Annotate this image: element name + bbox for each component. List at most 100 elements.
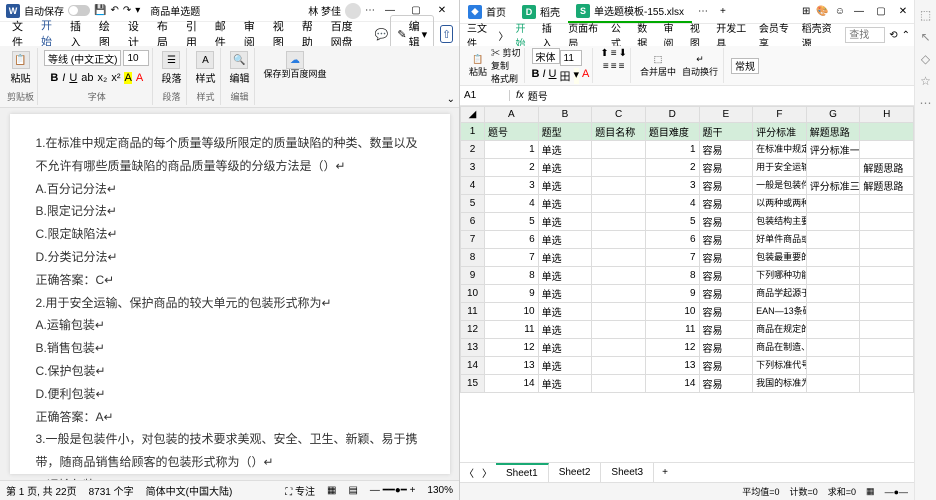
strike-button[interactable]: ab — [81, 72, 93, 84]
font-color-button[interactable]: A — [136, 72, 143, 84]
cell[interactable]: 容易 — [699, 375, 753, 393]
name-box[interactable]: A1 — [460, 90, 510, 101]
col-header[interactable]: F — [753, 107, 807, 123]
cell[interactable]: 容易 — [699, 141, 753, 159]
side-select-icon[interactable]: ⬚ — [920, 8, 931, 22]
cell[interactable] — [806, 357, 860, 375]
xpaste-button[interactable]: 📋粘贴 — [467, 53, 489, 79]
cell[interactable] — [592, 285, 646, 303]
cell[interactable]: 单选 — [538, 375, 592, 393]
sheet-tab-3[interactable]: Sheet3 — [601, 463, 654, 482]
cell[interactable]: 容易 — [699, 339, 753, 357]
row-header[interactable]: 6 — [461, 213, 485, 231]
cell[interactable]: 4 — [485, 195, 539, 213]
cell[interactable] — [592, 339, 646, 357]
cell[interactable]: 10 — [645, 303, 699, 321]
col-header[interactable]: G — [806, 107, 860, 123]
excel-close-icon[interactable]: ✕ — [892, 3, 914, 21]
cell[interactable]: 单选 — [538, 213, 592, 231]
side-fav-icon[interactable]: ☆ — [920, 74, 931, 88]
cell[interactable]: 评分标准一 — [806, 141, 860, 159]
cell[interactable]: 7 — [485, 249, 539, 267]
row-header[interactable]: 13 — [461, 339, 485, 357]
cell[interactable]: 8 — [645, 267, 699, 285]
paragraph-button[interactable]: ☰段落 — [159, 50, 183, 86]
cell[interactable]: 11 — [485, 321, 539, 339]
font-size-select[interactable]: 10 — [123, 50, 149, 66]
cell[interactable]: 用于安全运输、保护商品的较大单元的包装形式称为 — [753, 159, 807, 177]
status-page[interactable]: 第 1 页, 共 22页 — [6, 483, 77, 498]
cell[interactable]: 11 — [645, 321, 699, 339]
close-icon[interactable]: ✕ — [431, 2, 453, 20]
cell[interactable]: 14 — [645, 375, 699, 393]
row-header[interactable]: 8 — [461, 249, 485, 267]
bold-button[interactable]: B — [50, 72, 58, 84]
editing-button[interactable]: 🔍编辑 — [227, 50, 251, 86]
view-print-icon[interactable]: ▦ — [327, 485, 336, 496]
cell[interactable]: 单选 — [538, 303, 592, 321]
cell[interactable]: 2 — [645, 159, 699, 177]
cell[interactable] — [860, 231, 914, 249]
cell[interactable] — [860, 321, 914, 339]
cell[interactable] — [806, 303, 860, 321]
cell[interactable] — [592, 375, 646, 393]
align-right-icon[interactable]: ≡ — [619, 61, 625, 72]
cell[interactable]: 商品在规定的条件下和规定时限的时间内，完成规定功能的能力为商品的（） — [753, 321, 807, 339]
skin-icon[interactable]: 🎨 — [813, 6, 831, 17]
cell[interactable] — [806, 213, 860, 231]
cell[interactable]: 题目名称 — [592, 123, 646, 141]
comment-icon[interactable]: 💬 — [375, 28, 389, 41]
cell[interactable]: 10 — [485, 303, 539, 321]
cell[interactable] — [806, 195, 860, 213]
cell[interactable]: 9 — [645, 285, 699, 303]
cell[interactable]: 2 — [485, 159, 539, 177]
cell[interactable]: 6 — [485, 231, 539, 249]
format-brush-button[interactable]: 格式刷 — [491, 72, 521, 85]
cell[interactable] — [592, 249, 646, 267]
cell[interactable] — [592, 231, 646, 249]
cell[interactable]: 5 — [485, 213, 539, 231]
focus-button[interactable]: ⛶ 专注 — [285, 483, 315, 498]
cell[interactable]: 4 — [645, 195, 699, 213]
cell[interactable]: 题型 — [538, 123, 592, 141]
underline-button[interactable]: U — [69, 72, 77, 84]
cell[interactable]: 单选 — [538, 177, 592, 195]
cell[interactable]: 容易 — [699, 285, 753, 303]
cell[interactable] — [860, 375, 914, 393]
cell[interactable]: 单选 — [538, 321, 592, 339]
cell[interactable]: 以两种或两种以上材料粘合制成的包装形式称为（） — [753, 195, 807, 213]
cell[interactable]: 12 — [485, 339, 539, 357]
cell[interactable]: 容易 — [699, 177, 753, 195]
align-bot-icon[interactable]: ⬇ — [619, 48, 627, 59]
cell[interactable] — [860, 285, 914, 303]
cell[interactable] — [592, 159, 646, 177]
cell[interactable]: 下列哪种功能使得商品与标准签约环节具有广泛的适应性（） — [753, 267, 807, 285]
merge-button[interactable]: ⬚合并居中 — [638, 53, 678, 79]
cell[interactable]: 13 — [485, 357, 539, 375]
cell[interactable]: 单选 — [538, 195, 592, 213]
cell[interactable] — [860, 303, 914, 321]
xfont-size[interactable]: 11 — [560, 50, 582, 66]
row-header[interactable]: 11 — [461, 303, 485, 321]
cell[interactable] — [860, 357, 914, 375]
add-sheet-icon[interactable]: + — [654, 467, 676, 478]
cell[interactable] — [806, 339, 860, 357]
wps-logo-icon[interactable]: ⊞ — [799, 6, 813, 17]
cell[interactable]: 商品在制造、储存和使用中，保证人身与环境无遭受伤害的程度为商品的（） — [753, 339, 807, 357]
cell[interactable] — [806, 375, 860, 393]
cell[interactable]: 单选 — [538, 285, 592, 303]
cell[interactable] — [860, 339, 914, 357]
cell[interactable]: 一般是包装件小，对包装的技术要求美观、安全、卫生、新颖、易于携带，随商品销售给顾… — [753, 177, 807, 195]
cut-button[interactable]: ✂ 剪切 — [491, 46, 521, 59]
cell[interactable] — [860, 123, 914, 141]
zoom-slider[interactable]: — ━━●━ + — [370, 485, 416, 496]
col-header[interactable]: C — [592, 107, 646, 123]
row-header[interactable]: 2 — [461, 141, 485, 159]
align-mid-icon[interactable]: ≡ — [611, 48, 617, 59]
cell[interactable]: 8 — [485, 267, 539, 285]
cell[interactable]: 容易 — [699, 231, 753, 249]
styles-button[interactable]: A样式 — [193, 50, 217, 86]
row-header[interactable]: 12 — [461, 321, 485, 339]
cell[interactable] — [592, 195, 646, 213]
side-cursor-icon[interactable]: ↖ — [920, 30, 930, 44]
